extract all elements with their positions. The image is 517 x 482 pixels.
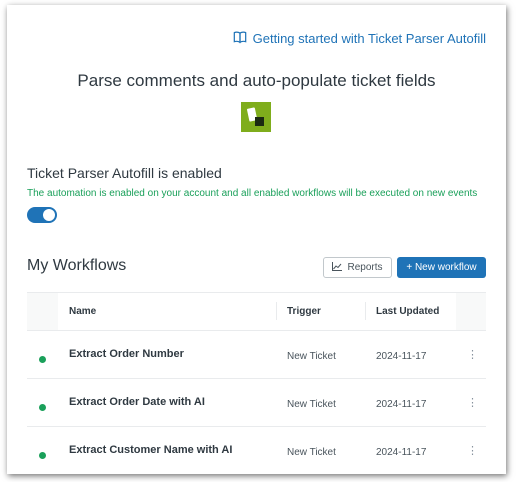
column-header-name[interactable]: Name (69, 306, 96, 317)
workflow-name[interactable]: Extract Customer Name with AI (69, 444, 232, 456)
header-gutter-left (27, 293, 58, 330)
workflow-name[interactable]: Extract Order Number (69, 348, 184, 360)
chart-icon (332, 261, 343, 274)
status-dot (39, 452, 46, 459)
workflow-last-updated: 2024-11-17 (376, 351, 427, 362)
row-menu-icon[interactable]: ⋮ (467, 444, 478, 457)
table-row[interactable]: Extract Order Date with AI New Ticket 20… (27, 379, 486, 427)
column-header-trigger[interactable]: Trigger (287, 306, 321, 317)
book-icon (233, 30, 247, 47)
workflow-last-updated: 2024-11-17 (376, 399, 427, 410)
workflow-trigger: New Ticket (287, 351, 336, 362)
row-menu-icon[interactable]: ⋮ (467, 396, 478, 409)
column-header-last-updated[interactable]: Last Updated (376, 306, 439, 317)
column-divider (365, 302, 366, 320)
workflow-trigger: New Ticket (287, 447, 336, 458)
table-header: Name Trigger Last Updated (27, 292, 486, 331)
workflows-title: My Workflows (27, 257, 127, 274)
column-divider (276, 302, 277, 320)
table-row[interactable]: Extract Customer Name with AI New Ticket… (27, 427, 486, 474)
getting-started-label: Getting started with Ticket Parser Autof… (252, 31, 486, 46)
page-title: Parse comments and auto-populate ticket … (77, 71, 436, 90)
reports-label: Reports (347, 262, 383, 273)
row-menu-icon[interactable]: ⋮ (467, 348, 478, 361)
header-gutter-right (456, 293, 486, 330)
workflow-trigger: New Ticket (287, 399, 336, 410)
status-dot (39, 404, 46, 411)
reports-button[interactable]: Reports (323, 257, 392, 278)
status-dot (39, 356, 46, 363)
new-workflow-button[interactable]: + New workflow (397, 257, 486, 278)
toggle-knob (43, 209, 55, 221)
app-logo (241, 102, 271, 132)
enable-toggle[interactable] (27, 207, 57, 223)
status-description: The automation is enabled on your accoun… (27, 188, 478, 199)
app-panel: Getting started with Ticket Parser Autof… (7, 5, 506, 474)
workflows-table: Name Trigger Last Updated Extract Order … (27, 292, 486, 474)
status-title: Ticket Parser Autofill is enabled (27, 165, 222, 181)
workflow-name[interactable]: Extract Order Date with AI (69, 396, 205, 408)
table-row[interactable]: Extract Order Number New Ticket 2024-11-… (27, 331, 486, 379)
getting-started-link[interactable]: Getting started with Ticket Parser Autof… (233, 30, 486, 47)
workflow-last-updated: 2024-11-17 (376, 447, 427, 458)
